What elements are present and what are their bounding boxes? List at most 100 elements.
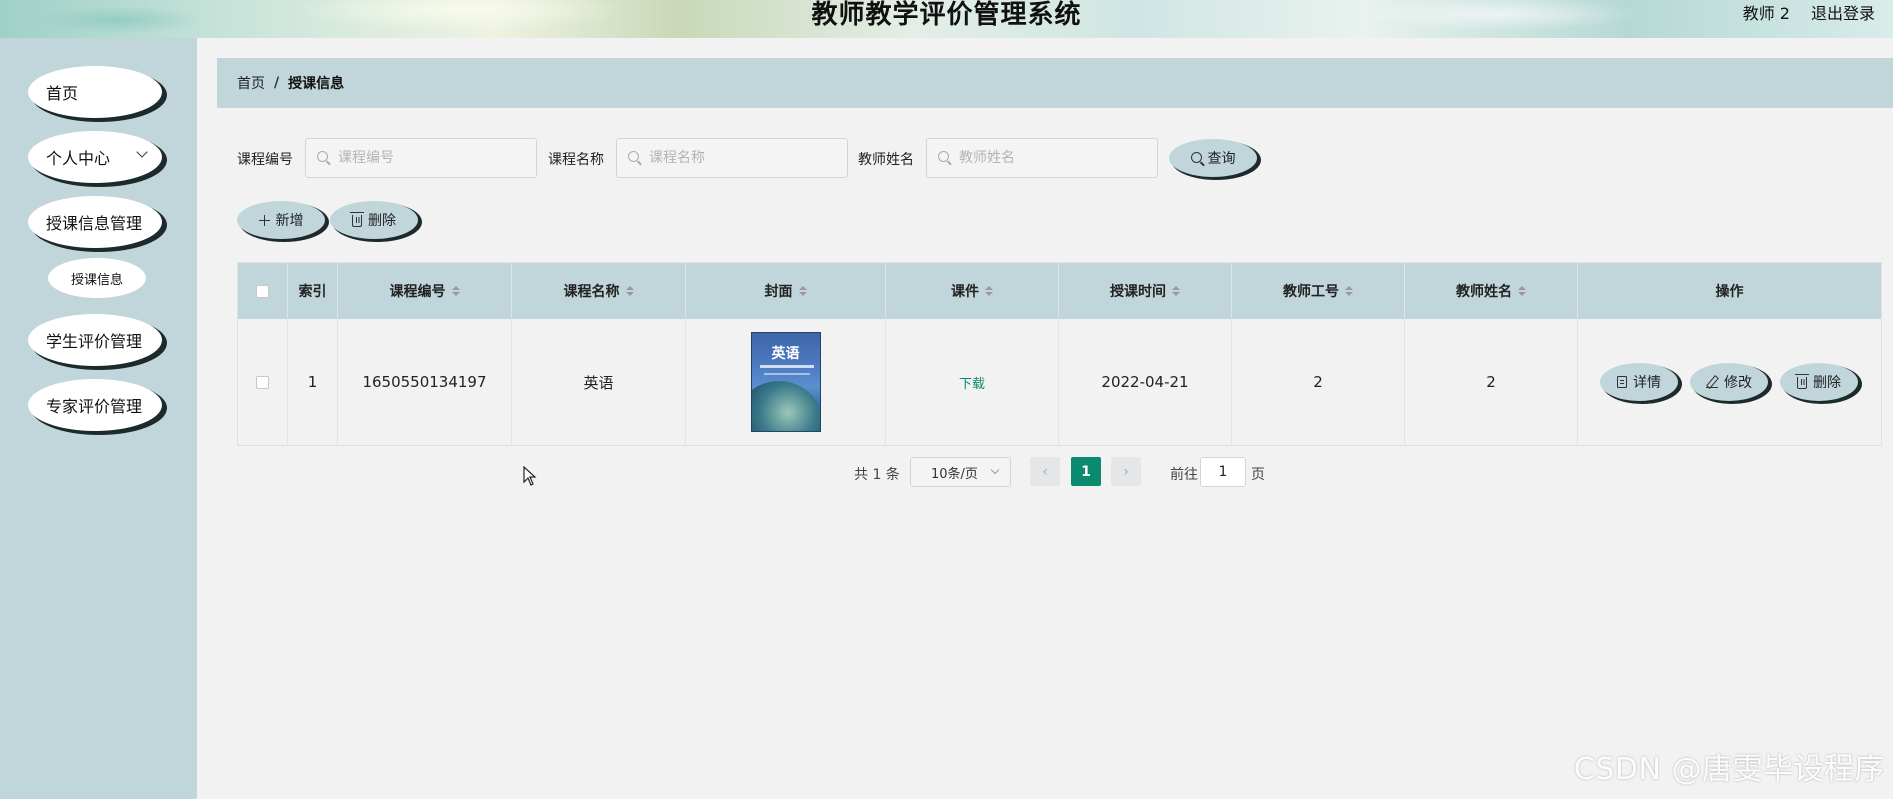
sort-icon[interactable] (1172, 286, 1180, 296)
goto-label: 前往 (1170, 467, 1198, 483)
sidebar-item-home[interactable]: 首页 (28, 66, 162, 118)
course-no-label: 课程编号 (237, 152, 293, 168)
sort-icon[interactable] (1518, 286, 1526, 296)
column-header-course-no[interactable]: 课程编号 (338, 263, 512, 319)
column-header-cover[interactable]: 封面 (686, 263, 886, 319)
app-title: 教师教学评价管理系统 (811, 0, 1082, 30)
breadcrumb: 首页 / 授课信息 (217, 58, 1893, 108)
cover-image[interactable]: 英语 (750, 332, 821, 432)
query-button-label: 查询 (1207, 151, 1236, 167)
sidebar-item-label: 个人中心 (46, 149, 111, 168)
cell-teaching-time: 2022-04-21 (1059, 319, 1232, 445)
trash-icon (1795, 374, 1809, 389)
column-header-label: 课件 (951, 284, 979, 300)
row-edit-button[interactable]: 修改 (1690, 363, 1768, 401)
sort-icon[interactable] (451, 286, 460, 296)
cell-course-no: 1650550134197 (338, 319, 512, 445)
column-header-label: 授课时间 (1110, 284, 1166, 300)
download-link[interactable]: 下载 (959, 373, 985, 392)
goto-page-input[interactable] (1200, 457, 1246, 487)
add-button-label: 新增 (275, 213, 304, 229)
column-header-index: 索引 (288, 263, 338, 319)
column-header-teacher-name[interactable]: 教师姓名 (1405, 263, 1578, 319)
cell-teacher-no: 2 (1232, 319, 1405, 445)
row-select-cell (238, 319, 288, 445)
row-checkbox[interactable] (256, 375, 269, 389)
course-no-input[interactable] (305, 138, 537, 178)
sidebar-item-label: 学生评价管理 (46, 332, 143, 351)
search-icon (938, 151, 952, 165)
select-all-cell (238, 263, 288, 319)
column-header-operations: 操作 (1578, 263, 1881, 319)
course-name-label: 课程名称 (548, 152, 604, 168)
search-icon (628, 151, 642, 165)
detail-button-label: 详情 (1633, 375, 1661, 391)
row-detail-button[interactable]: 详情 (1600, 363, 1678, 401)
column-header-teacher-no[interactable]: 教师工号 (1232, 263, 1405, 319)
column-header-label: 教师工号 (1283, 284, 1339, 300)
plus-icon (258, 214, 270, 226)
sort-icon[interactable] (798, 286, 807, 296)
sidebar-item-course-info-mgmt[interactable]: 授课信息管理 (28, 196, 162, 248)
prev-page-button[interactable]: ‹ (1030, 457, 1060, 486)
column-header-teaching-time[interactable]: 授课时间 (1059, 263, 1232, 319)
row-delete-button[interactable]: 删除 (1780, 363, 1858, 401)
teacher-name-label: 教师姓名 (858, 152, 914, 168)
row-delete-button-label: 删除 (1813, 375, 1841, 391)
cover-title: 英语 (771, 346, 800, 362)
watermark: CSDN @唐雯毕设程序 (1573, 752, 1885, 787)
column-header-course-name[interactable]: 课程名称 (512, 263, 686, 319)
page-suffix: 页 (1251, 467, 1265, 483)
column-header-label: 封面 (764, 284, 793, 300)
trash-icon (350, 212, 364, 227)
top-header: 教师教学评价管理系统 教师 2 退出登录 (0, 0, 1893, 38)
sort-icon[interactable] (625, 286, 634, 296)
logout-link[interactable]: 退出登录 (1811, 0, 1875, 24)
teacher-name-input[interactable] (926, 138, 1158, 178)
search-icon (1190, 151, 1202, 163)
column-header-label: 课程名称 (563, 284, 620, 300)
chevron-down-icon (136, 146, 148, 158)
cell-course-name: 英语 (512, 319, 686, 445)
select-all-checkbox[interactable] (256, 284, 269, 298)
batch-delete-button[interactable]: 删除 (330, 201, 418, 239)
sidebar-item-label: 专家评价管理 (46, 397, 143, 416)
page-number-button[interactable]: 1 (1071, 457, 1101, 486)
chevron-left-icon: ‹ (1042, 463, 1048, 480)
pagination-total: 共 1 条 (854, 467, 900, 483)
chevron-right-icon: › (1123, 463, 1129, 480)
search-icon (317, 151, 331, 165)
sidebar-item-student-eval-mgmt[interactable]: 学生评价管理 (28, 314, 162, 366)
sidebar-subitem-course-info[interactable]: 授课信息 (48, 258, 146, 298)
sidebar-item-label: 首页 (46, 84, 79, 103)
column-header-courseware[interactable]: 课件 (886, 263, 1059, 319)
page-size-select[interactable]: 10条/页 (910, 457, 1011, 487)
add-button[interactable]: 新增 (237, 201, 325, 239)
column-header-label: 教师姓名 (1456, 284, 1512, 300)
edit-button-label: 修改 (1724, 375, 1752, 391)
page-size-value: 10条/页 (931, 466, 978, 482)
sort-icon[interactable] (1345, 286, 1353, 296)
delete-button-label: 删除 (368, 213, 396, 229)
breadcrumb-separator: / (274, 75, 280, 91)
cell-cover: 英语 (686, 319, 886, 445)
next-page-button[interactable]: › (1111, 457, 1141, 486)
edit-icon (1706, 376, 1718, 388)
table-header: 索引 课程编号 课程名称 封面 课件 授课时间 教师工号 教师姓名 操作 (238, 263, 1881, 319)
document-icon (1617, 376, 1627, 388)
column-header-label: 操作 (1715, 284, 1744, 300)
breadcrumb-current: 授课信息 (288, 76, 345, 92)
breadcrumb-home[interactable]: 首页 (237, 73, 265, 93)
current-user: 教师 2 (1742, 4, 1790, 23)
column-header-label: 课程编号 (389, 284, 446, 300)
sidebar-item-personal-center[interactable]: 个人中心 (28, 131, 162, 183)
sidebar-item-expert-eval-mgmt[interactable]: 专家评价管理 (28, 379, 162, 431)
sidebar-item-label: 授课信息管理 (46, 214, 143, 233)
chevron-down-icon (990, 465, 1000, 475)
query-button[interactable]: 查询 (1169, 139, 1257, 177)
cell-courseware: 下载 (886, 319, 1059, 445)
course-name-input[interactable] (616, 138, 848, 178)
mouse-cursor-icon (523, 466, 537, 486)
sort-icon[interactable] (985, 286, 993, 296)
cell-teacher-name: 2 (1405, 319, 1578, 445)
